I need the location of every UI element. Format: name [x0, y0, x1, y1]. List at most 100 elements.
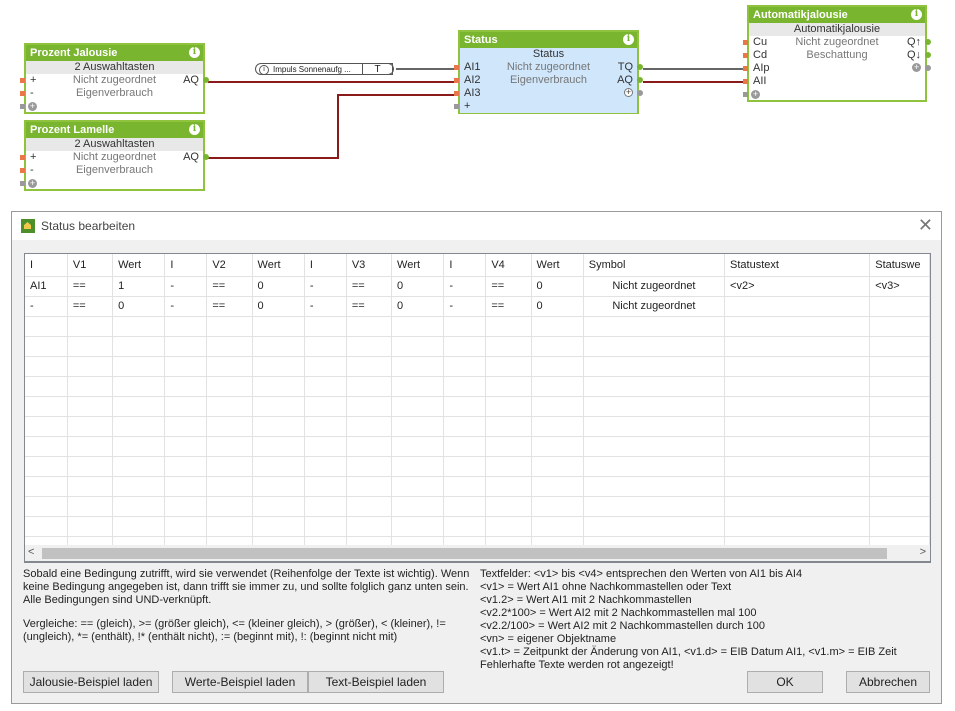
table-cell[interactable]	[724, 516, 871, 537]
table-cell[interactable]	[583, 336, 726, 357]
table-cell[interactable]: 0	[252, 296, 305, 317]
add-input-icon[interactable]: +	[464, 100, 470, 113]
table-cell[interactable]	[724, 396, 871, 417]
table-cell[interactable]: -	[443, 296, 487, 317]
info-icon[interactable]: i	[623, 34, 634, 45]
table-cell[interactable]	[391, 436, 445, 457]
table-cell[interactable]	[531, 476, 584, 497]
column-header[interactable]: Wert	[531, 254, 584, 277]
table-cell[interactable]	[531, 416, 584, 437]
load-text-example-button[interactable]: Text-Beispiel laden	[308, 671, 444, 693]
table-cell[interactable]	[724, 336, 871, 357]
input-pin[interactable]	[454, 65, 459, 70]
table-row[interactable]	[25, 356, 930, 377]
info-icon[interactable]: i	[189, 47, 200, 58]
output-pin[interactable]	[637, 90, 643, 96]
input-pin[interactable]	[20, 104, 25, 109]
add-input-icon[interactable]: +	[751, 90, 760, 99]
table-cell[interactable]: ==	[485, 296, 532, 317]
table-cell[interactable]: AI1	[25, 276, 68, 297]
table-row[interactable]: - == 0- == 0- == 0- == 0 Nicht zugeordnet	[25, 296, 930, 317]
table-cell[interactable]	[443, 376, 487, 397]
table-cell[interactable]	[485, 376, 532, 397]
table-cell[interactable]	[583, 436, 726, 457]
table-cell[interactable]	[206, 516, 253, 537]
table-cell[interactable]	[112, 516, 166, 537]
table-cell[interactable]	[252, 496, 305, 517]
table-cell[interactable]	[25, 456, 68, 477]
output-pin[interactable]	[203, 77, 209, 83]
table-cell[interactable]	[252, 456, 305, 477]
block-prozent-lamelle[interactable]: Prozent Lamelle i 2 Auswahltasten + Nich…	[20, 120, 209, 191]
table-cell[interactable]	[304, 356, 347, 377]
table-cell[interactable]: 1	[112, 276, 166, 297]
table-cell[interactable]	[485, 456, 532, 477]
table-row[interactable]	[25, 456, 930, 477]
input-pin[interactable]	[20, 91, 25, 96]
table-cell[interactable]	[67, 416, 114, 437]
output-pin[interactable]	[925, 52, 931, 58]
table-cell[interactable]	[206, 316, 253, 337]
info-icon[interactable]: i	[259, 65, 269, 75]
table-cell[interactable]	[252, 436, 305, 457]
column-header[interactable]: I	[164, 254, 208, 277]
block-prozent-jalousie[interactable]: Prozent Jalousie i 2 Auswahltasten + Nic…	[20, 43, 209, 114]
table-row[interactable]: AI1 == 1- == 0- == 0- == 0 Nicht zugeordnet <v2> <v…	[25, 276, 930, 297]
table-cell[interactable]	[346, 436, 393, 457]
table-cell[interactable]	[869, 316, 930, 337]
table-cell[interactable]	[304, 496, 347, 517]
input-pin[interactable]	[20, 155, 25, 160]
table-cell[interactable]	[252, 516, 305, 537]
output-pin[interactable]	[925, 65, 931, 71]
table-cell[interactable]	[485, 436, 532, 457]
table-row[interactable]	[25, 516, 930, 537]
table-cell[interactable]	[164, 356, 208, 377]
table-cell[interactable]: 0	[391, 276, 445, 297]
table-cell[interactable]	[252, 396, 305, 417]
table-cell[interactable]	[531, 316, 584, 337]
table-cell[interactable]	[485, 496, 532, 517]
table-cell[interactable]	[67, 496, 114, 517]
table-cell[interactable]	[304, 476, 347, 497]
output-pin[interactable]	[637, 64, 643, 70]
table-cell[interactable]	[25, 416, 68, 437]
column-header[interactable]: V4	[485, 254, 532, 277]
table-cell[interactable]	[531, 396, 584, 417]
table-cell[interactable]	[869, 356, 930, 377]
table-cell[interactable]	[25, 316, 68, 337]
table-cell[interactable]	[25, 356, 68, 377]
table-row[interactable]	[25, 396, 930, 417]
table-cell[interactable]: ==	[206, 276, 253, 297]
table-cell[interactable]	[206, 476, 253, 497]
table-cell[interactable]	[724, 496, 871, 517]
table-cell[interactable]	[391, 316, 445, 337]
table-cell[interactable]	[112, 436, 166, 457]
input-pin[interactable]	[20, 181, 25, 186]
table-cell[interactable]	[25, 516, 68, 537]
block-status[interactable]: Status i Status AI1 Nicht zugeordnet TQ …	[454, 30, 643, 114]
table-cell[interactable]	[391, 516, 445, 537]
table-cell[interactable]	[391, 356, 445, 377]
table-cell[interactable]	[869, 436, 930, 457]
table-cell[interactable]: -	[25, 296, 68, 317]
scrollbar-thumb[interactable]	[42, 548, 887, 559]
table-cell[interactable]: 0	[391, 296, 445, 317]
table-cell[interactable]	[112, 456, 166, 477]
load-jalousie-example-button[interactable]: Jalousie-Beispiel laden	[23, 671, 159, 693]
table-cell[interactable]	[206, 356, 253, 377]
table-cell[interactable]	[112, 476, 166, 497]
table-cell[interactable]	[206, 396, 253, 417]
table-cell[interactable]	[252, 376, 305, 397]
table-cell[interactable]	[485, 416, 532, 437]
table-cell[interactable]	[531, 456, 584, 477]
table-cell[interactable]	[304, 336, 347, 357]
table-cell[interactable]	[391, 456, 445, 477]
input-pin[interactable]	[454, 78, 459, 83]
table-cell[interactable]	[304, 396, 347, 417]
table-row[interactable]	[25, 316, 930, 337]
load-values-example-button[interactable]: Werte-Beispiel laden	[172, 671, 308, 693]
table-cell[interactable]	[443, 436, 487, 457]
table-cell[interactable]: ==	[67, 276, 114, 297]
table-cell[interactable]	[206, 436, 253, 457]
table-cell[interactable]	[164, 416, 208, 437]
